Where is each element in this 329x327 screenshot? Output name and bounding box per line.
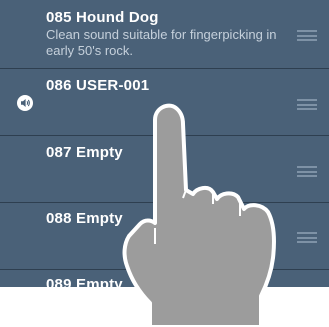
- preset-title: 089 Empty: [46, 276, 123, 287]
- preset-row-085[interactable]: 085 Hound Dog Clean sound suitable for f…: [0, 0, 329, 69]
- reorder-handle-icon[interactable]: [297, 232, 317, 243]
- preset-row-088[interactable]: 088 Empty: [0, 203, 329, 270]
- reorder-handle-icon[interactable]: [297, 99, 317, 110]
- preset-description: Clean sound suitable for fingerpicking i…: [46, 27, 277, 58]
- preset-row-087[interactable]: 087 Empty: [0, 136, 329, 203]
- reorder-handle-icon[interactable]: [297, 30, 317, 41]
- preset-row-089[interactable]: 089 Empty: [0, 270, 329, 287]
- preset-title: 087 Empty: [46, 144, 123, 161]
- preset-title: 086 USER-001: [46, 77, 150, 94]
- reorder-handle-icon[interactable]: [297, 166, 317, 177]
- speaker-icon: [17, 95, 33, 111]
- preset-title: 088 Empty: [46, 210, 123, 227]
- preset-title: 085 Hound Dog: [46, 9, 159, 26]
- preset-list: 085 Hound Dog Clean sound suitable for f…: [0, 0, 329, 287]
- preset-row-086[interactable]: 086 USER-001: [0, 69, 329, 136]
